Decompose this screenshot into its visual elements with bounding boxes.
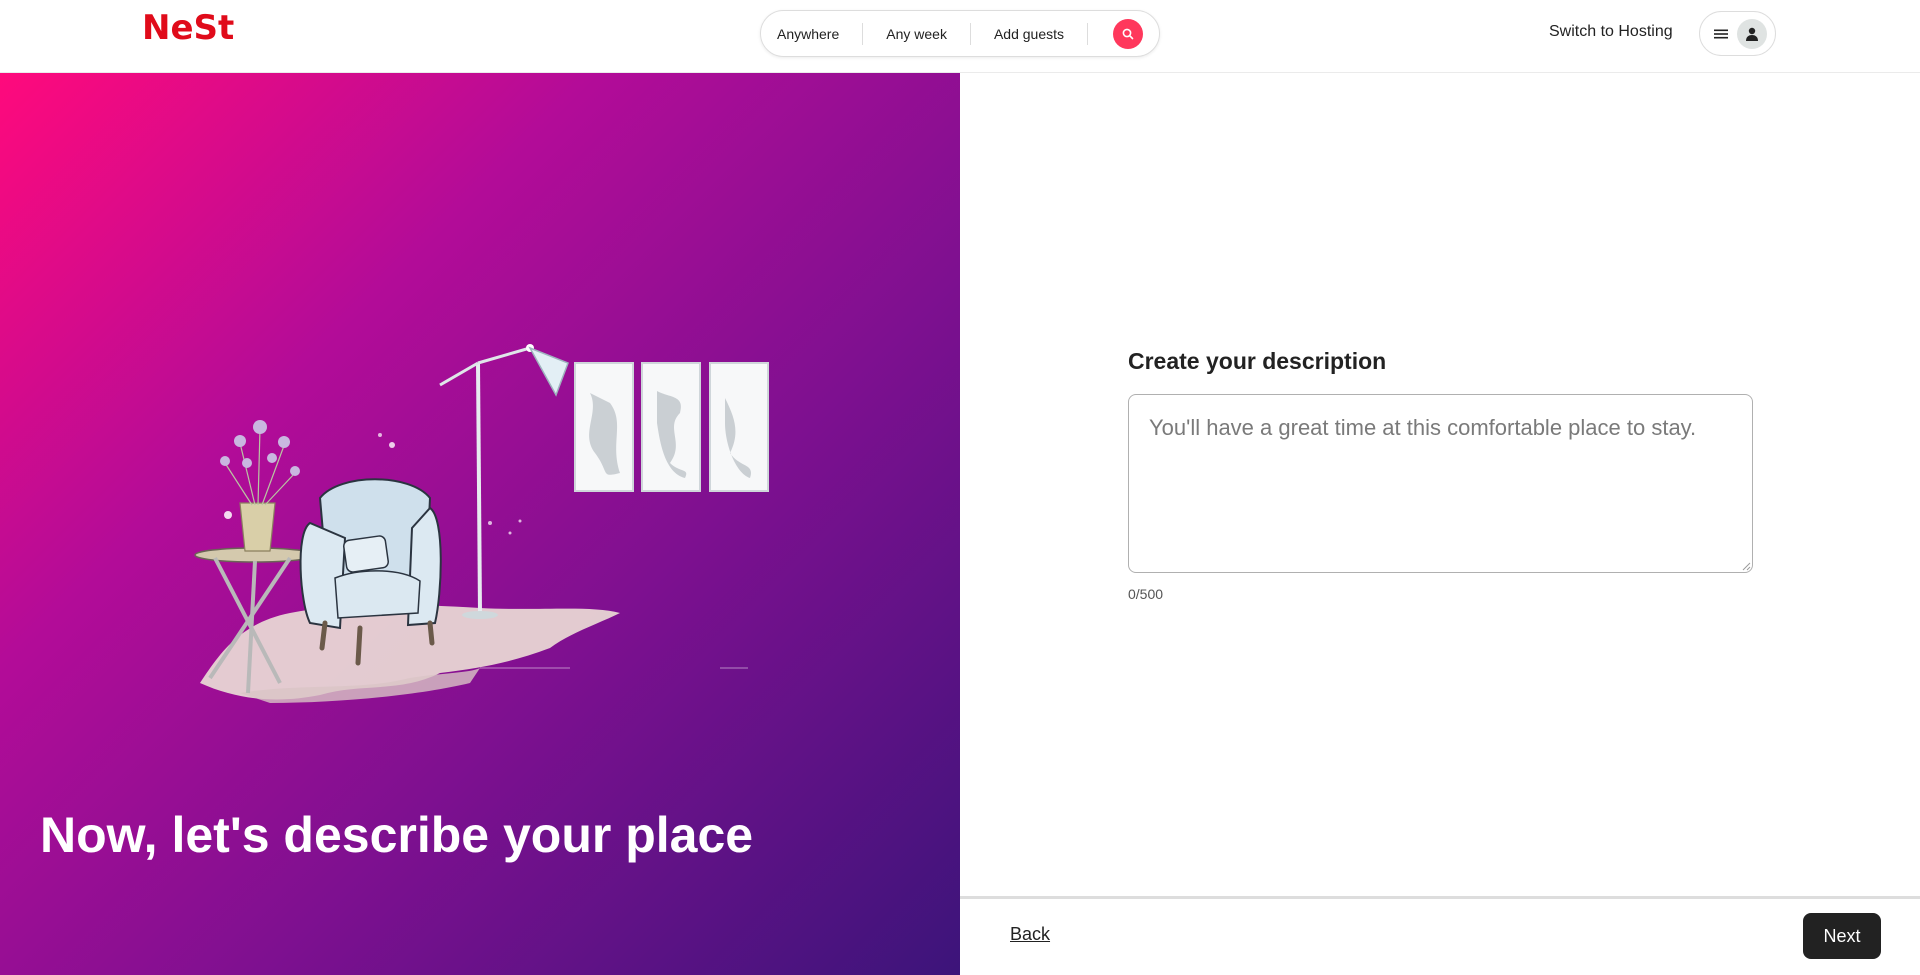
- search-divider: [969, 22, 971, 45]
- search-guests[interactable]: Add guests: [994, 26, 1064, 42]
- user-menu-button[interactable]: [1699, 11, 1776, 56]
- description-title: Create your description: [1128, 348, 1387, 374]
- hero-panel: Now, let's describe your place: [0, 73, 960, 975]
- step-footer: Back Next: [960, 896, 1920, 975]
- search-divider: [1087, 22, 1089, 45]
- search-icon: [1122, 28, 1134, 40]
- search-button[interactable]: [1113, 19, 1143, 49]
- user-avatar-icon: [1746, 27, 1758, 41]
- back-button[interactable]: Back: [1010, 924, 1050, 945]
- search-location[interactable]: Anywhere: [777, 26, 839, 42]
- logo[interactable]: NeSt: [142, 8, 234, 48]
- search-bar[interactable]: Anywhere Any week Add guests: [760, 10, 1160, 57]
- hamburger-menu-icon: [1714, 29, 1728, 38]
- description-textarea[interactable]: [1128, 394, 1753, 573]
- switch-to-hosting-link[interactable]: Switch to Hosting: [1549, 23, 1673, 41]
- next-button[interactable]: Next: [1803, 913, 1881, 959]
- character-counter: 0/500: [1128, 586, 1164, 602]
- page-headline: Now, let's describe your place: [40, 807, 754, 863]
- top-header: NeSt Anywhere Any week Add guests Switch…: [0, 0, 1920, 73]
- living-room-illustration: [194, 344, 769, 703]
- search-divider: [862, 22, 864, 45]
- resize-grip-icon[interactable]: [1741, 561, 1751, 571]
- form-panel: Create your description 0/500 Back Next: [960, 73, 1920, 975]
- avatar: [1737, 19, 1767, 49]
- search-dates[interactable]: Any week: [886, 26, 947, 42]
